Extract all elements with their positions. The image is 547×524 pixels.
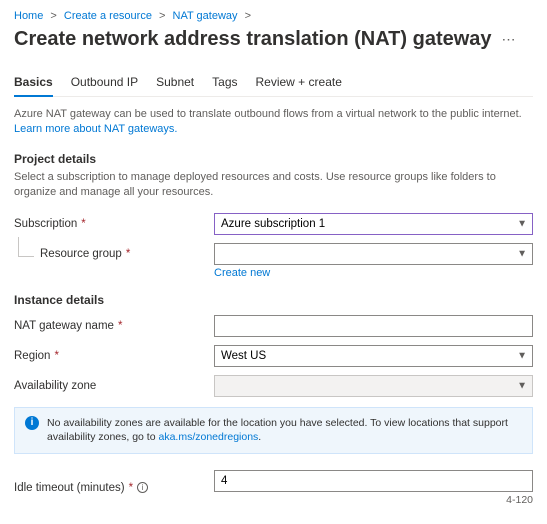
tab-review-create[interactable]: Review + create [256,69,342,96]
more-menu-icon[interactable]: ⋯ [502,31,516,48]
learn-more-link[interactable]: Learn more about NAT gateways. [14,123,177,135]
tab-outbound-ip[interactable]: Outbound IP [71,69,138,96]
tab-basics[interactable]: Basics [14,69,53,97]
chevron-right-icon: > [245,10,251,22]
project-details-desc: Select a subscription to manage deployed… [14,170,533,201]
breadcrumb-create-resource[interactable]: Create a resource [64,10,152,22]
idle-timeout-label: Idle timeout (minutes)* i [14,482,214,494]
intro-description: Azure NAT gateway can be used to transla… [14,108,522,120]
breadcrumb-nat-gateway[interactable]: NAT gateway [173,10,238,22]
resource-group-label: Resource group* [40,248,130,260]
resource-group-select[interactable] [214,243,533,265]
tab-subnet[interactable]: Subnet [156,69,194,96]
region-label: Region* [14,350,214,362]
breadcrumb-home[interactable]: Home [14,10,43,22]
intro-text: Azure NAT gateway can be used to transla… [14,107,533,138]
tab-bar: Basics Outbound IP Subnet Tags Review + … [14,69,533,97]
zoned-regions-link[interactable]: aka.ms/zonedregions [158,431,258,443]
subscription-label: Subscription* [14,218,214,230]
chevron-right-icon: > [50,10,56,22]
nat-gateway-name-input[interactable] [214,315,533,337]
tree-indent-icon [18,237,34,257]
region-select[interactable] [214,345,533,367]
instance-details-heading: Instance details [14,293,533,307]
info-text: No availability zones are available for … [47,417,508,444]
chevron-right-icon: > [159,10,165,22]
info-icon: i [25,416,39,430]
availability-zone-label: Availability zone [14,380,214,392]
project-details-heading: Project details [14,152,533,166]
info-banner: i No availability zones are available fo… [14,407,533,454]
nat-gateway-name-label: NAT gateway name* [14,320,214,332]
breadcrumb: Home > Create a resource > NAT gateway > [14,10,533,22]
idle-timeout-range: 4-120 [214,494,533,506]
subscription-select[interactable] [214,213,533,235]
create-new-link[interactable]: Create new [214,267,270,279]
availability-zone-select [214,375,533,397]
info-tooltip-icon[interactable]: i [137,482,148,493]
tab-tags[interactable]: Tags [212,69,237,96]
idle-timeout-input[interactable] [214,470,533,492]
page-title: Create network address translation (NAT)… [14,28,492,51]
